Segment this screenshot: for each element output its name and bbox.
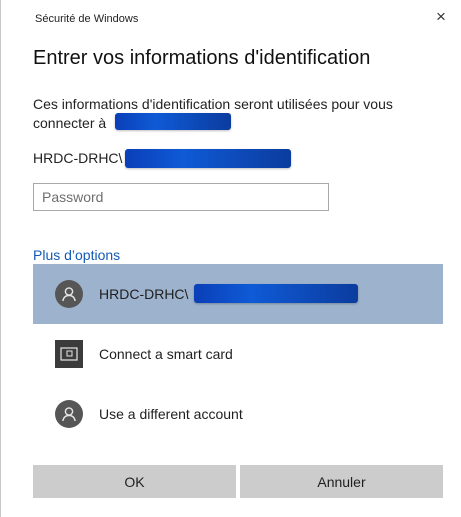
ok-button[interactable]: OK [33,465,236,498]
password-input[interactable] [33,183,329,211]
smart-card-icon [55,340,83,368]
close-icon: × [436,7,446,26]
user-icon [55,400,83,428]
credential-dialog: Sécurité de Windows × Entrer vos informa… [0,0,461,517]
info-text: Ces informations d'identification seront… [33,96,393,131]
redacted-server-name [115,113,231,130]
redacted-username [125,149,291,168]
more-options-link[interactable]: Plus d’options [33,247,120,263]
window-title: Sécurité de Windows [35,13,139,25]
option-different-account[interactable]: Use a different account [33,384,443,444]
option-different-account-label: Use a different account [99,406,243,422]
username-label: HRDC-DRHC\ [33,150,123,166]
user-icon [55,280,83,308]
dialog-heading: Entrer vos informations d'identification [33,47,371,69]
option-smart-card-label: Connect a smart card [99,346,233,362]
option-current-user-label: HRDC-DRHC\ [99,286,189,302]
option-smart-card[interactable]: Connect a smart card [33,324,443,384]
cancel-button[interactable]: Annuler [240,465,443,498]
close-button[interactable]: × [429,6,453,28]
redacted-option-username [194,284,358,303]
